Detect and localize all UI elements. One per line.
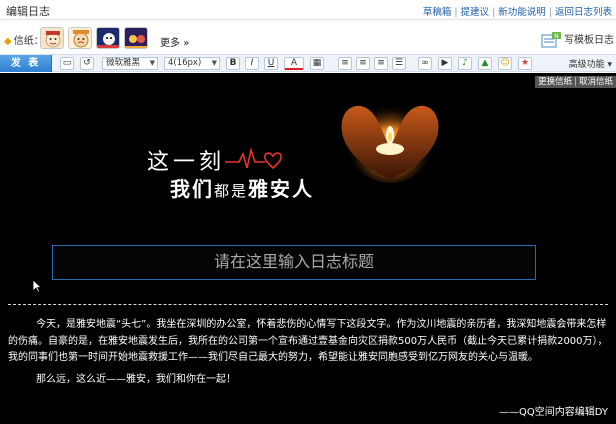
align-center-icon[interactable]: ≡ [356,57,370,70]
banner-line-2: 我们都是雅安人 [170,177,315,201]
back-to-list-link[interactable]: 返回日志列表 [555,7,612,18]
stationery-thumb-4[interactable] [124,27,148,49]
more-stationery-button[interactable]: 更多 » [160,34,189,49]
diary-title-input[interactable]: 请在这里输入日志标题 [52,245,536,280]
link-icon[interactable]: ∞ [418,57,432,70]
stationery-thumb-2[interactable] [68,27,92,49]
svg-text:N: N [554,33,559,40]
signature: ——QQ空间内容编辑DY [498,407,608,418]
new-features-link[interactable]: 新功能说明 [498,7,546,18]
top-links: 草稿箱 | 提建议 | 新功能说明 | 返回日志列表 [423,4,612,18]
video-icon[interactable]: ▶ [438,57,452,70]
link-separator: | [574,77,577,87]
mood-icon[interactable]: ★ [518,57,532,70]
align-left-icon[interactable]: ≡ [338,57,352,70]
editor-toolbar: 发 表 ▭ ↺ 微软雅黑 ▼ 4(16px) ▼ B I U A ▦ ≡ ≡ ≡ ☰… [0,54,616,72]
feedback-link[interactable]: 提建议 [461,7,490,18]
stationery-actions: 更换信纸 | 取消信纸 [535,76,616,88]
stationery-row: ◆ 信纸： 更多 » N 写模板日志 [0,24,616,52]
dropdown-arrow-icon: ▾ [607,60,612,70]
font-size-select[interactable]: 4(16px) ▼ [164,57,220,70]
image-icon[interactable]: ▲ [478,57,492,70]
bold-button[interactable]: B [226,57,240,70]
music-icon[interactable]: ♪ [458,57,472,70]
align-right-icon[interactable]: ≡ [374,57,388,70]
font-color-button[interactable]: A [284,57,304,70]
body-paragraph-1: 今天，是雅安地震“头七”。我坐在深圳的办公室，怀着悲伤的心情写下这段文字。作为汶… [8,319,608,363]
paste-icon[interactable]: ↺ [80,57,94,70]
publish-button[interactable]: 发 表 [0,55,52,72]
stationery-thumb-1[interactable] [40,27,64,49]
dropdown-arrow-icon: ▼ [211,59,217,67]
link-separator: | [492,7,496,18]
advanced-features-button[interactable]: 高级功能 ▾ [569,57,612,70]
chevron-down-icon: » [183,38,190,49]
template-diary-button[interactable]: N 写模板日志 [541,31,614,48]
emoticon-icon[interactable]: ☺ [498,57,512,70]
diary-body[interactable]: 今天，是雅安地震“头七”。我坐在深圳的办公室，怀着悲伤的心情写下这段文字。作为汶… [8,317,608,388]
underline-button[interactable]: U [264,57,278,70]
body-paragraph-2: 那么远，这么近——雅安，我们和你在一起！ [36,373,236,385]
editor-area[interactable]: 更换信纸 | 取消信纸 这一刻 我们都是雅安人 请在这里输入日志标题 今天，是雅… [0,73,616,424]
template-icon: N [541,32,561,48]
mouse-cursor-icon [32,279,43,296]
list-icon[interactable]: ☰ [392,57,406,70]
cancel-stationery-link[interactable]: 取消信纸 [579,77,613,87]
font-family-select[interactable]: 微软雅黑 ▼ [102,57,158,70]
link-separator: | [548,7,552,18]
drafts-link[interactable]: 草稿箱 [423,7,452,18]
heartbeat-icon [225,147,295,175]
save-draft-icon[interactable]: ▭ [60,57,74,70]
page-title: 编辑日志 [6,5,50,18]
italic-button[interactable]: I [245,57,259,70]
dropdown-arrow-icon: ▼ [149,59,155,67]
highlight-icon[interactable]: ▦ [310,57,324,70]
change-stationery-link[interactable]: 更换信纸 [538,77,572,87]
divider [8,304,608,305]
link-separator: | [454,7,458,18]
diamond-icon: ◆ [4,36,12,47]
title-bar: 编辑日志 草稿箱 | 提建议 | 新功能说明 | 返回日志列表 [0,0,616,20]
candle-hands-image [320,87,460,190]
stationery-thumb-3[interactable] [96,27,120,49]
banner-line-1: 这一刻 [147,150,226,175]
stationery-label: ◆ 信纸： [4,36,44,47]
